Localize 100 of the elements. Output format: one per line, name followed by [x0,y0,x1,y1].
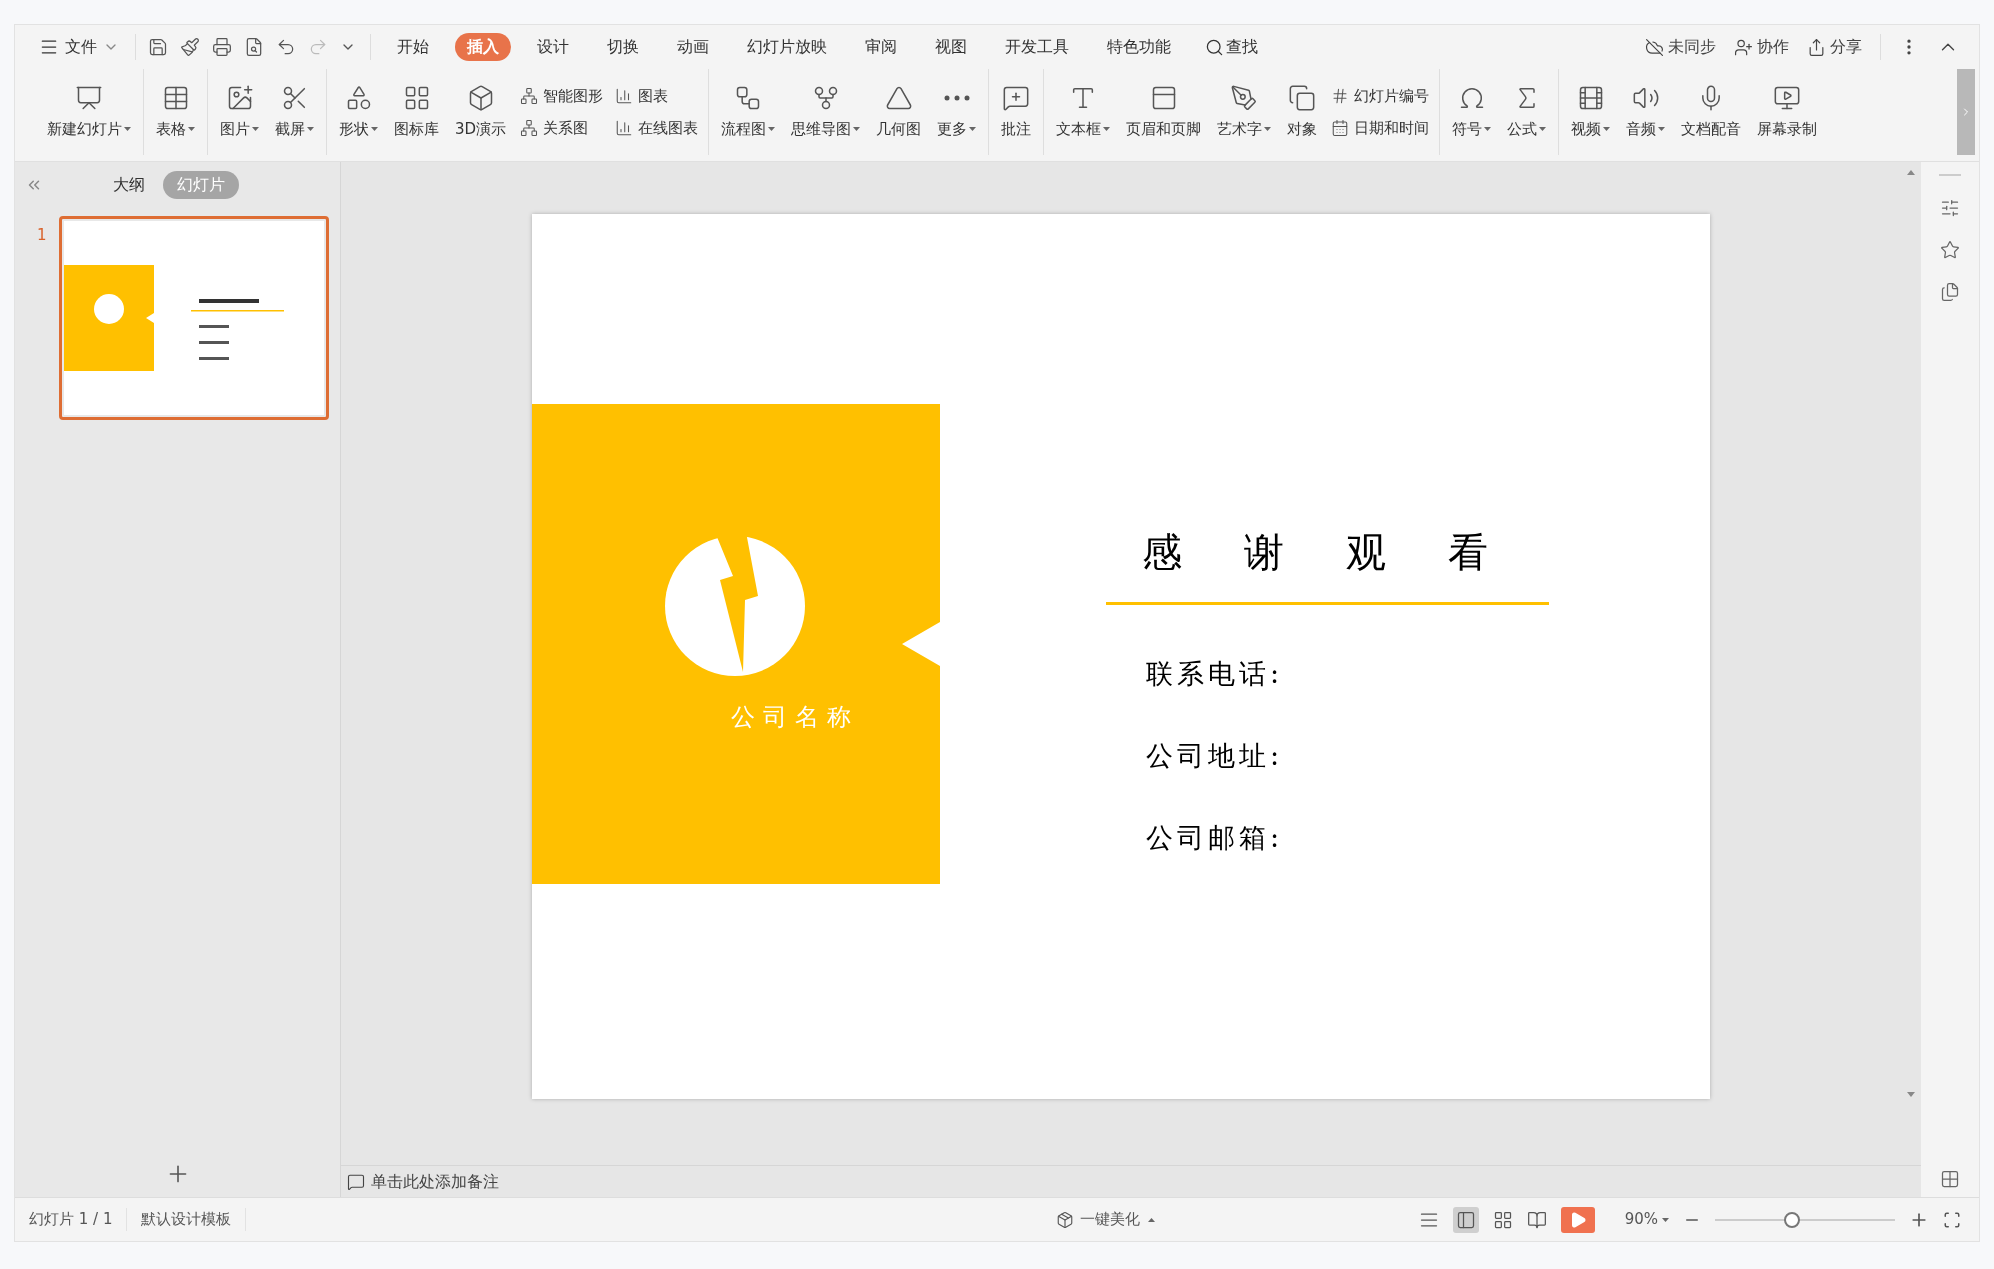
ribbon-button[interactable]: 批注 [993,69,1040,155]
print-preview-icon[interactable] [244,37,264,57]
caret-icon [1662,1217,1669,1222]
caret-icon [307,127,314,131]
ribbon-button[interactable]: 幻灯片编号 [1331,84,1430,107]
ribbon-button[interactable]: 符号 [1444,69,1500,155]
slide-number: 1 [37,225,47,246]
caret-icon [252,127,259,131]
ribbon-button[interactable]: 文档配音 [1673,69,1750,155]
ribbon-button[interactable]: 视频 [1563,69,1619,155]
file-menu[interactable]: 文件 [35,35,123,59]
caret-icon [1264,127,1272,131]
search-button[interactable]: 查找 [1197,35,1266,59]
caret-icon [1539,127,1547,131]
zoom-slider-thumb[interactable] [1784,1211,1801,1228]
dots-icon [943,94,970,101]
ribbon-button[interactable]: 文本框 [1048,69,1119,155]
company-name: 公司名称 [730,702,860,733]
notes-placeholder[interactable]: 单击此处添加备注 [371,1169,499,1194]
caret-icon [371,127,378,131]
ribbon-tab[interactable]: 特色功能 [1095,33,1183,61]
search-icon [1205,37,1224,57]
zoom-level[interactable]: 90% [1624,1208,1669,1231]
fit-window-icon[interactable] [1943,1210,1961,1229]
ribbon-button[interactable]: 对象 [1279,69,1326,155]
bar-chart-icon [615,119,634,138]
caret-icon [1484,127,1492,131]
ribbon-button[interactable]: 表格 [148,69,203,155]
star-icon[interactable] [1940,240,1960,260]
grid-icon[interactable] [1940,1169,1960,1189]
reading-view-icon[interactable] [1526,1209,1547,1230]
ribbon-button[interactable]: 智能图形 [520,84,604,107]
ribbon-button[interactable]: 艺术字 [1209,69,1280,155]
play-button[interactable] [1560,1206,1595,1233]
ribbon-button[interactable]: 在线图表 [615,117,699,140]
cube-icon [1056,1210,1075,1229]
ribbon-button[interactable]: 音频 [1618,69,1674,155]
brush-icon[interactable] [180,37,200,57]
caret-icon [188,127,195,131]
ribbon-tab[interactable]: 开始 [385,33,441,61]
ribbon-tab[interactable]: 切换 [595,33,651,61]
ribbon-button[interactable]: 图表 [615,84,699,107]
ribbon-button[interactable]: 流程图 [713,69,784,155]
hash-icon [1331,86,1350,105]
ribbon-tab[interactable]: 动画 [665,33,721,61]
ribbon-button[interactable]: 截屏 [267,69,322,155]
caret-icon [1658,127,1666,131]
undo-icon[interactable] [276,37,296,57]
caret-icon [969,127,977,131]
panel-tab[interactable]: 大纲 [101,171,157,199]
save-icon[interactable] [148,37,168,57]
comment-icon [347,1172,365,1191]
contact-label: 公司地址: [1146,739,1284,773]
ribbon-button[interactable]: 页眉和页脚 [1118,69,1210,155]
printer-icon[interactable] [212,37,232,57]
ribbon-button[interactable]: 3D演示 [447,69,515,155]
ribbon-tab[interactable]: 幻灯片放映 [735,33,839,61]
top-action[interactable]: 未同步 [1645,35,1716,59]
caret-icon [1603,127,1611,131]
top-action[interactable]: 协作 [1734,35,1789,59]
caret-icon [1148,1217,1156,1222]
ribbon-tab[interactable]: 审阅 [853,33,909,61]
ribbon-button[interactable]: 公式 [1499,69,1555,155]
ribbon-button[interactable]: 思维导图 [783,69,869,155]
share-icon [1807,37,1826,57]
caret-icon [1103,127,1111,131]
copy-icon [1288,83,1317,112]
copy-icon[interactable] [1940,282,1960,302]
caret-icon [768,127,776,131]
top-action[interactable]: 分享 [1807,35,1862,59]
template-name[interactable]: 默认设计模板 [127,1208,247,1231]
cloud-icon [1645,37,1664,57]
pen-icon [1230,83,1259,112]
ribbon-button[interactable]: 屏幕录制 [1749,69,1826,155]
grid-view-icon[interactable] [1492,1209,1513,1230]
network-icon [520,119,539,138]
user-plus-icon [1734,37,1753,57]
panel-icon [1455,1209,1476,1230]
ribbon-button[interactable]: 图片 [212,69,267,155]
beautify-button[interactable]: 一键美化 [1056,1208,1156,1231]
normal-view-button[interactable] [1452,1206,1479,1233]
ribbon-button[interactable]: 更多 [929,69,985,155]
bar-chart-icon [615,86,634,105]
scroll-up-icon[interactable] [1907,170,1915,175]
ribbon-button[interactable]: 形状 [331,69,386,155]
ribbon-tab[interactable]: 设计 [525,33,581,61]
ribbon-tab[interactable]: 开发工具 [993,33,1081,61]
ribbon-button[interactable]: 图标库 [386,69,447,155]
caret-icon [124,127,131,131]
ribbon-button[interactable]: 关系图 [520,117,604,140]
ribbon-button[interactable]: 新建幻灯片 [39,69,139,155]
ribbon-button[interactable]: 几何图 [868,69,930,155]
calendar-icon [1331,119,1350,138]
slide-title: 感谢观看 [1142,528,1550,577]
ribbon-tab[interactable]: 视图 [923,33,979,61]
sliders-icon[interactable] [1940,198,1960,218]
contact-label: 公司邮箱: [1146,821,1284,855]
scroll-down-icon[interactable] [1907,1092,1915,1097]
ribbon-button[interactable]: 日期和时间 [1331,117,1430,140]
contact-label: 联系电话: [1146,657,1284,691]
